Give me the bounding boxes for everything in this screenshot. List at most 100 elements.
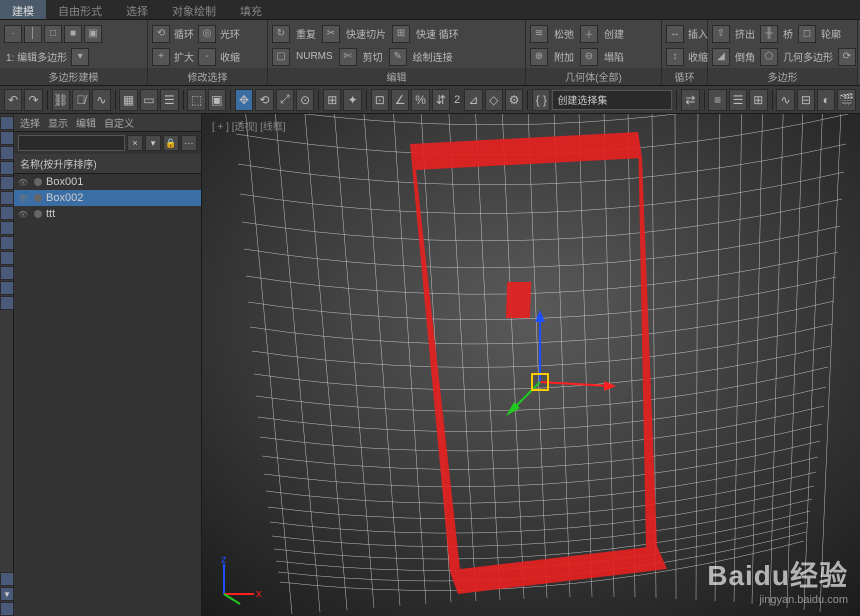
editset-button[interactable]: { } xyxy=(532,89,550,111)
panel-menu-display[interactable]: 显示 xyxy=(48,115,68,130)
side-btn-10[interactable] xyxy=(0,251,14,265)
snap-toggle-button[interactable]: ◇ xyxy=(485,89,503,111)
subobj-vertex-button[interactable]: · xyxy=(4,25,22,43)
side-btn-9[interactable] xyxy=(0,236,14,250)
visibility-icon[interactable]: 👁 xyxy=(18,178,28,187)
quickslice-button[interactable]: ✂ xyxy=(322,25,340,43)
visibility-icon[interactable]: 👁 xyxy=(18,210,28,219)
panel-menu-button[interactable]: ⋯ xyxy=(181,135,197,151)
side-btn-6[interactable] xyxy=(0,191,14,205)
extrude-button[interactable]: ⇧ xyxy=(712,25,730,43)
quickloop-button[interactable]: ⊞ xyxy=(392,25,410,43)
repeat-button[interactable]: ↻ xyxy=(272,25,290,43)
tab-selection[interactable]: 选择 xyxy=(114,0,160,19)
bridge-button[interactable]: ╫ xyxy=(760,25,778,43)
snap-opts-button[interactable]: ⚙ xyxy=(505,89,523,111)
lock-icon[interactable]: 🔒 xyxy=(163,135,179,151)
scale-button[interactable]: ⤢ xyxy=(276,89,294,111)
snap-button[interactable]: ⊡ xyxy=(371,89,389,111)
rotate-tool-button[interactable]: ⟲ xyxy=(255,89,273,111)
subobj-border-button[interactable]: □ xyxy=(44,25,62,43)
side-btn-2[interactable] xyxy=(0,131,14,145)
percent-snap-button[interactable]: % xyxy=(411,89,429,111)
side-btn-12[interactable] xyxy=(0,281,14,295)
selection-set-input[interactable]: 创建选择集 xyxy=(552,90,672,110)
list-item[interactable]: 👁Box001 xyxy=(14,174,201,190)
link-button[interactable]: ⛓ xyxy=(52,89,70,111)
tab-freeform[interactable]: 自由形式 xyxy=(46,0,114,19)
viewport[interactable]: [ + ] [透视] [线框] xyxy=(202,114,860,616)
collapse-button[interactable]: ⊖ xyxy=(580,48,598,66)
rotate-button[interactable]: ⟳ xyxy=(838,48,856,66)
bind-button[interactable]: ∿ xyxy=(92,89,110,111)
subobj-element-button[interactable]: ▣ xyxy=(84,25,102,43)
loop-button[interactable]: ⟲ xyxy=(152,25,170,43)
viewport-label[interactable]: [ + ] [透视] [线框] xyxy=(212,118,286,133)
side-btn-3[interactable] xyxy=(0,146,14,160)
side-btn-8[interactable] xyxy=(0,221,14,235)
relax-button[interactable]: ≋ xyxy=(530,25,548,43)
insertloop-button[interactable]: ↔ xyxy=(666,25,684,43)
bevel-button[interactable]: ◢ xyxy=(712,48,730,66)
side-btn-1[interactable] xyxy=(0,116,14,130)
select-object-button[interactable]: ▭ xyxy=(140,89,158,111)
align-button[interactable]: ≡ xyxy=(708,89,726,111)
curve-editor-button[interactable]: ∿ xyxy=(776,89,794,111)
side-btn-view[interactable] xyxy=(0,572,14,586)
move-button[interactable]: ✥ xyxy=(235,89,253,111)
side-btn-5[interactable] xyxy=(0,176,14,190)
side-btn-filter[interactable]: ▼ xyxy=(0,587,14,601)
tab-objectpaint[interactable]: 对象绘制 xyxy=(160,0,228,19)
cut-button[interactable]: ✄ xyxy=(339,48,357,66)
angle-snap-button[interactable]: ∠ xyxy=(391,89,409,111)
panel-menu-select[interactable]: 选择 xyxy=(20,115,40,130)
render-setup-button[interactable]: 🎬 xyxy=(837,89,855,111)
side-btn-4[interactable] xyxy=(0,161,14,175)
side-btn-7[interactable] xyxy=(0,206,14,220)
tab-modeling[interactable]: 建模 xyxy=(0,0,46,19)
grow-button[interactable]: + xyxy=(152,48,170,66)
tab-populate[interactable]: 填充 xyxy=(228,0,274,19)
dropdown-icon[interactable]: ▾ xyxy=(71,48,89,66)
select-name-button[interactable]: ☰ xyxy=(160,89,178,111)
list-item[interactable]: 👁Box002 xyxy=(14,190,201,206)
select-filter-button[interactable]: ▦ xyxy=(119,89,137,111)
search-clear-button[interactable]: × xyxy=(127,135,143,151)
search-filter-button[interactable]: ▾ xyxy=(145,135,161,151)
geopoly-button[interactable]: ⬠ xyxy=(760,48,778,66)
attach-button[interactable]: ⊕ xyxy=(530,48,548,66)
mirror-button[interactable]: ⇄ xyxy=(681,89,699,111)
placement-button[interactable]: ⊙ xyxy=(296,89,314,111)
subobj-poly-button[interactable]: ■ xyxy=(64,25,82,43)
side-btn-11[interactable] xyxy=(0,266,14,280)
manip-button[interactable]: ✦ xyxy=(343,89,361,111)
panel-menu-custom[interactable]: 自定义 xyxy=(104,115,134,130)
refcoord-button[interactable]: ⊞ xyxy=(323,89,341,111)
side-btn-sort[interactable] xyxy=(0,602,14,616)
window-select-button[interactable]: ⬚ xyxy=(187,89,205,111)
subobj-edge-button[interactable]: │ xyxy=(24,25,42,43)
list-header-name[interactable]: 名称(按升序排序) xyxy=(14,154,201,174)
visibility-icon[interactable]: 👁 xyxy=(18,194,28,203)
scene-explorer-button[interactable]: ⊞ xyxy=(749,89,767,111)
panel-menu-edit[interactable]: 编辑 xyxy=(76,115,96,130)
ring-button[interactable]: ◎ xyxy=(198,25,216,43)
layers-button[interactable]: ☰ xyxy=(729,89,747,111)
list-item[interactable]: 👁ttt xyxy=(14,206,201,222)
undo-button[interactable]: ↶ xyxy=(4,89,22,111)
removeloop-button[interactable]: ↕ xyxy=(666,48,684,66)
crossing-select-button[interactable]: ▣ xyxy=(208,89,226,111)
shrink-button[interactable]: - xyxy=(198,48,216,66)
side-btn-13[interactable] xyxy=(0,296,14,310)
snap-3d-button[interactable]: ⊿ xyxy=(464,89,482,111)
paintconnect-button[interactable]: ✎ xyxy=(389,48,407,66)
scene-search-input[interactable] xyxy=(18,135,125,151)
schematic-button[interactable]: ⊟ xyxy=(797,89,815,111)
material-button[interactable]: ◐ xyxy=(817,89,835,111)
create-button[interactable]: ＋ xyxy=(580,25,598,43)
unlink-button[interactable]: ⛓̸ xyxy=(72,89,90,111)
redo-button[interactable]: ↷ xyxy=(24,89,42,111)
nurms-button[interactable]: ▢ xyxy=(272,48,290,66)
outline-button[interactable]: ◻ xyxy=(798,25,816,43)
spinner-snap-button[interactable]: ⇵ xyxy=(432,89,450,111)
